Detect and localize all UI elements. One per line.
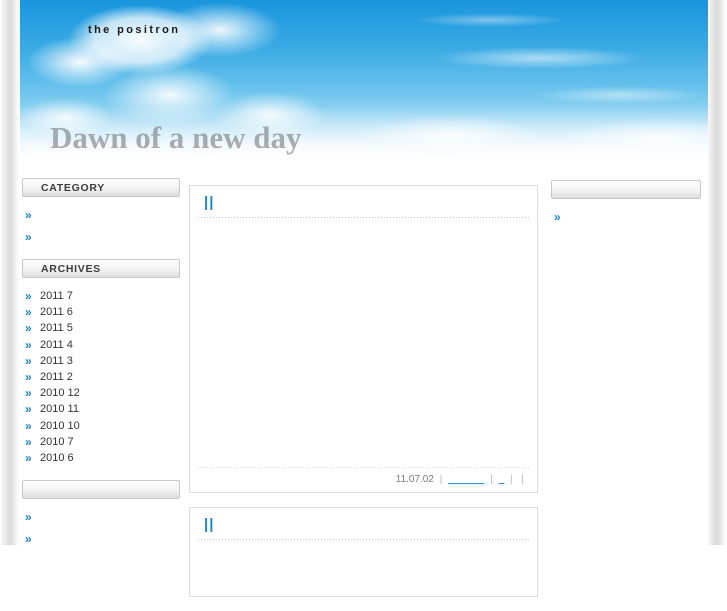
chevron-double-right-icon: » bbox=[25, 305, 32, 320]
chevron-double-right-icon: » bbox=[25, 418, 32, 433]
list-item[interactable]: » 2011 6 bbox=[22, 304, 180, 320]
list-item[interactable]: » bbox=[22, 229, 180, 245]
archive-link[interactable]: 2011 5 bbox=[40, 322, 73, 334]
banner-title: Dawn of a new day bbox=[50, 120, 302, 155]
widget-header-untitled bbox=[22, 480, 180, 500]
list-item[interactable]: » 2011 5 bbox=[22, 320, 180, 336]
post-title[interactable]: || bbox=[190, 508, 537, 539]
list-item[interactable]: » 2010 11 bbox=[22, 401, 180, 417]
list-item[interactable]: » 2010 7 bbox=[22, 434, 180, 450]
list-item[interactable]: » 2010 12 bbox=[22, 385, 180, 401]
list-item[interactable]: » bbox=[22, 509, 180, 525]
chevron-double-right-icon: » bbox=[25, 208, 32, 222]
right-widget-list: » bbox=[551, 209, 701, 225]
widget-header-category-label: CATEGORY bbox=[41, 182, 105, 194]
list-item[interactable]: » 2011 7 bbox=[22, 288, 180, 304]
chevron-double-right-icon: » bbox=[25, 510, 32, 525]
site-name: the positron bbox=[88, 24, 181, 36]
chevron-double-right-icon: » bbox=[554, 210, 561, 224]
archive-link[interactable]: 2011 6 bbox=[40, 306, 73, 318]
post-title[interactable]: || bbox=[190, 186, 537, 217]
meta-separator-1: | bbox=[439, 474, 443, 485]
main-content: || 11.07.02 | ______ | _ | | || bbox=[189, 185, 538, 611]
archive-link[interactable]: 2011 3 bbox=[40, 355, 73, 367]
list-item[interactable]: » 2011 3 bbox=[22, 353, 180, 369]
post-footer-divider bbox=[198, 467, 529, 468]
meta-separator-3: | bbox=[510, 474, 513, 485]
chevron-double-right-icon: » bbox=[25, 353, 32, 368]
widget-header-category: CATEGORY bbox=[22, 178, 180, 197]
post-comments-link[interactable]: _ bbox=[499, 474, 505, 485]
chevron-double-right-icon: » bbox=[25, 337, 32, 352]
archive-link[interactable]: 2010 10 bbox=[40, 420, 80, 432]
archive-link[interactable]: 2011 2 bbox=[40, 371, 73, 383]
post-article: || bbox=[189, 507, 538, 597]
category-list: » » bbox=[22, 207, 180, 245]
post-body bbox=[190, 218, 537, 467]
chevron-double-right-icon: » bbox=[25, 434, 32, 449]
widget-header-archives-label: ARCHIVES bbox=[41, 263, 101, 275]
untitled-widget-list: » » bbox=[22, 509, 180, 547]
page-right-shadow bbox=[707, 0, 727, 545]
post-article: || 11.07.02 | ______ | _ | | bbox=[189, 185, 538, 493]
list-item[interactable]: » 2010 6 bbox=[22, 450, 180, 466]
archive-link[interactable]: 2010 12 bbox=[40, 387, 80, 399]
archive-link[interactable]: 2011 4 bbox=[40, 339, 73, 351]
post-date: 11.07.02 bbox=[395, 474, 434, 485]
meta-separator-4: | bbox=[521, 474, 524, 485]
list-item[interactable]: » bbox=[551, 209, 701, 225]
list-item[interactable]: » 2011 2 bbox=[22, 369, 180, 385]
page-left-shadow bbox=[0, 0, 20, 545]
archives-list: » 2011 7 » 2011 6 » 2011 5 » 2011 4 » 20… bbox=[22, 288, 180, 466]
archive-link[interactable]: 2010 6 bbox=[40, 452, 74, 464]
chevron-double-right-icon: » bbox=[25, 402, 32, 417]
site-banner: the positron Dawn of a new day bbox=[20, 0, 708, 170]
archive-link[interactable]: 2010 7 bbox=[40, 436, 74, 448]
sidebar-right: » bbox=[551, 180, 701, 239]
chevron-double-right-icon: » bbox=[25, 289, 32, 303]
widget-header-archives: ARCHIVES bbox=[22, 259, 180, 278]
chevron-double-right-icon: » bbox=[25, 230, 32, 244]
meta-separator-2: | bbox=[490, 474, 493, 485]
archive-link[interactable]: 2011 7 bbox=[40, 290, 73, 302]
post-category-link[interactable]: ______ bbox=[448, 474, 484, 485]
widget-header-right-untitled bbox=[551, 180, 701, 199]
archive-link[interactable]: 2010 11 bbox=[40, 403, 79, 415]
list-item[interactable]: » 2011 4 bbox=[22, 337, 180, 353]
post-meta: 11.07.02 | ______ | _ | | bbox=[190, 474, 537, 492]
chevron-double-right-icon: » bbox=[25, 370, 32, 385]
post-body bbox=[190, 540, 537, 596]
chevron-double-right-icon: » bbox=[25, 451, 32, 466]
list-item[interactable]: » bbox=[22, 207, 180, 223]
chevron-double-right-icon: » bbox=[25, 321, 32, 336]
page-root: the positron Dawn of a new day CATEGORY … bbox=[0, 0, 727, 597]
sidebar-left: CATEGORY » » ARCHIVES » 2011 7 » 2011 6 bbox=[22, 178, 180, 561]
list-item[interactable]: » 2010 10 bbox=[22, 418, 180, 434]
chevron-double-right-icon: » bbox=[25, 386, 32, 401]
